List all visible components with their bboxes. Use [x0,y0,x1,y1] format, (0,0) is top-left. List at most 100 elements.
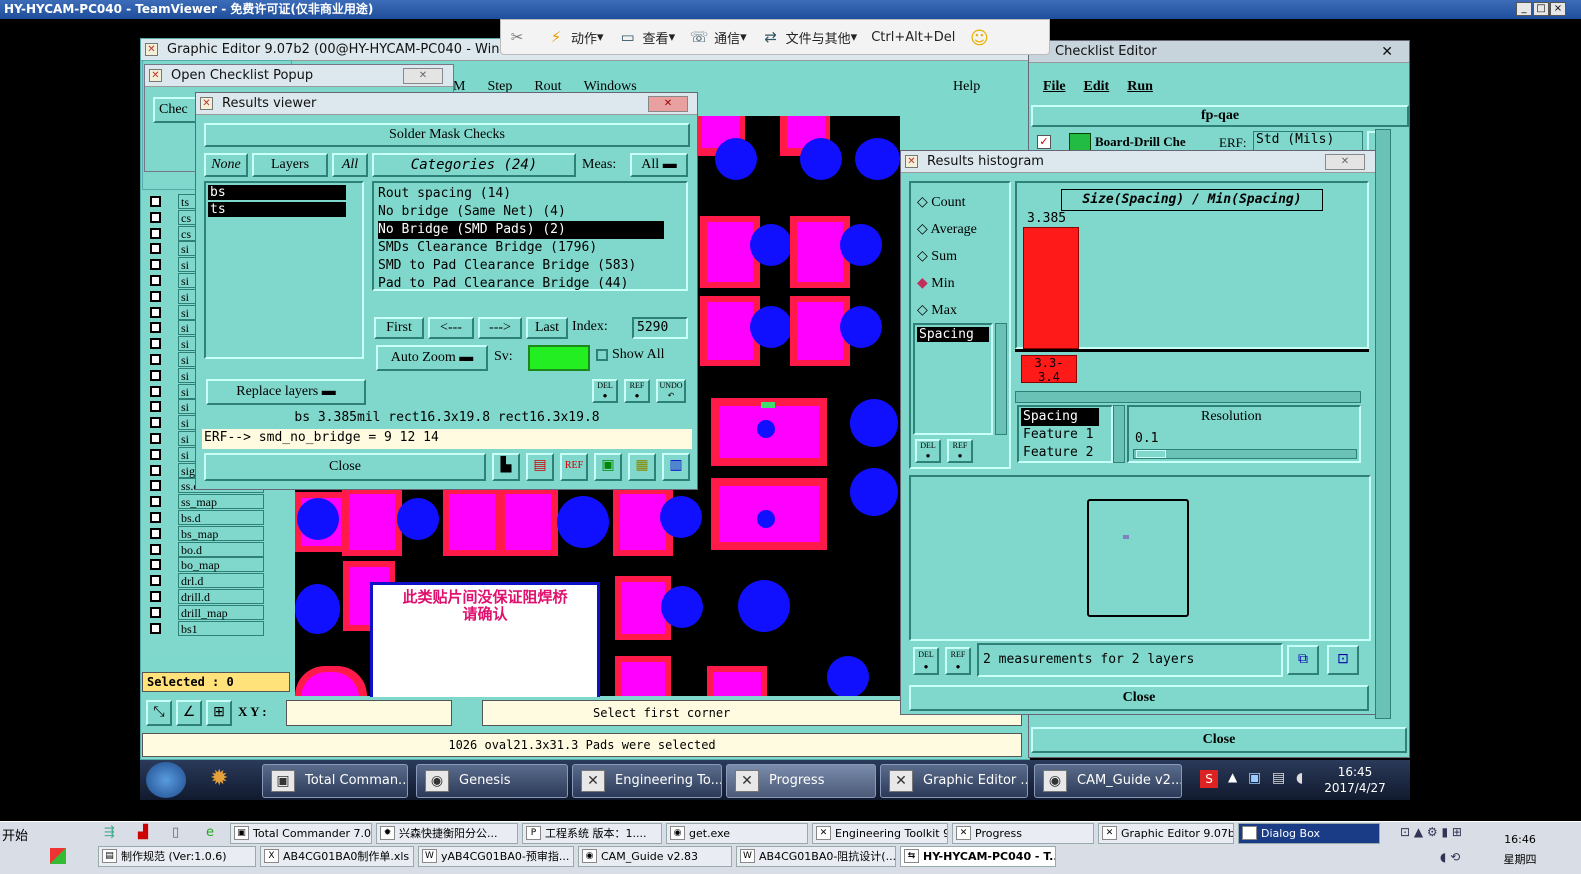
feature-scrollbar[interactable] [1113,405,1125,463]
zoom-fit-icon[interactable]: ⊡ [1327,645,1359,675]
layer-checkbox[interactable] [150,259,161,271]
layer-checkbox[interactable] [150,575,161,587]
otask-spec[interactable]: ▤ 制作规范 (Ver:1.0.6) [98,846,256,867]
layer-checkbox[interactable] [150,385,161,397]
checklist-field[interactable]: Chec [153,97,197,123]
ie-icon[interactable]: e [206,825,214,840]
option-sum[interactable]: ◇ Sum [917,243,977,270]
resolution-slider[interactable] [1133,449,1357,459]
pdf-icon[interactable]: ▟ [138,825,148,840]
category-item[interactable]: No bridge (Same Net) (4) [378,203,682,221]
layer-row[interactable]: bs.d [146,510,286,526]
layer-checkbox[interactable] [150,290,161,302]
feature-item-1[interactable]: Feature 1 [1019,426,1111,444]
otask-cam-guide[interactable]: ◉ CAM_Guide v2.83 [578,846,732,867]
feedback-smiley-icon[interactable]: ☺ [969,28,994,49]
auto-zoom-dropdown[interactable]: Auto Zoom ▬ [376,345,488,371]
network-icon[interactable]: ▤ [1272,770,1285,786]
task-genesis[interactable]: ◉ Genesis [416,764,568,798]
checklist-editor-close-x[interactable]: ✕ [1381,41,1393,63]
layer-row[interactable]: drill_map [146,604,286,621]
layer-checkbox[interactable] [150,306,161,318]
histogram-close-x[interactable]: ✕ [1325,154,1365,170]
measure-tool-icon[interactable]: ∠ [176,700,202,726]
layer-checkbox[interactable] [150,606,161,618]
communicate-menu[interactable]: ☏ 通信 ▾ [689,28,747,47]
histogram-field-list[interactable]: Spacing [913,323,993,435]
otask-impedance[interactable]: W AB4CG01BA0-阻抗设计(... [736,846,896,867]
hist-del-icon[interactable]: DEL ● [915,439,941,463]
del-icon[interactable]: DEL ● [592,379,618,403]
histogram-icon[interactable]: ▥ [662,453,690,481]
layer-checkbox[interactable] [150,448,161,460]
option-max[interactable]: ◇ Max [917,297,977,324]
meas-dropdown[interactable]: All ▬ [630,153,688,177]
feature-list[interactable]: Spacing Feature 1 Feature 2 [1017,405,1113,463]
layer-row[interactable]: bs1 [146,620,286,637]
layer-checkbox[interactable] [150,622,161,634]
notes-icon[interactable]: ▦ [628,453,656,481]
task-graphic-editor[interactable]: ✕ Graphic Editor ... [880,764,1028,798]
checklist-scrollbar[interactable] [1375,129,1391,719]
task-total-commander[interactable]: ▣ Total Comman... [262,764,408,798]
category-item[interactable]: SMD to Pad Clearance Bridge (583) [378,257,682,275]
menu-edit[interactable]: Edit [1084,79,1110,95]
task-cam-guide[interactable]: ◉ CAM_Guide v2.... [1034,764,1182,798]
checklist-editor-close-button[interactable]: Close [1031,727,1407,753]
layers-button[interactable]: Layers [252,153,328,177]
layer-checkbox[interactable] [150,243,161,255]
layer-name[interactable]: bs1 [178,620,264,636]
layer-icon[interactable]: ▙ [492,453,520,481]
zoom-tool-icon[interactable]: ⤡ [146,700,172,726]
otask-teamviewer[interactable]: ⇆ HY-HYCAM-PC040 - T... [900,846,1056,867]
histogram-hscroll[interactable] [1015,391,1361,403]
field-scrollbar[interactable] [995,323,1007,435]
layer-checkbox[interactable] [150,559,161,571]
ctrl-alt-del-button[interactable]: Ctrl+Alt+Del [871,30,955,45]
start-button[interactable]: 开始 [2,825,28,844]
files-menu[interactable]: ⇄ 文件与其他 ▾ [761,28,857,47]
layer-name[interactable]: bo_map [178,557,264,573]
layer-checkbox[interactable] [150,338,161,350]
results-viewer-close-button[interactable]: Close [204,453,486,481]
inner-clock[interactable]: 16:45 2017/4/27 [1320,764,1390,796]
layer-name[interactable]: bs_map [178,525,264,541]
option-min[interactable]: ◆ Min [917,270,977,297]
layer-name[interactable]: bs.d [178,510,264,525]
first-button[interactable]: First [374,317,424,339]
layer-checkbox[interactable] [150,196,161,207]
layer-checkbox[interactable] [150,591,161,602]
prev-button[interactable]: <--- [428,317,474,339]
close-session-icon[interactable]: ✂ [507,28,532,46]
field-item-spacing[interactable]: Spacing [917,327,989,342]
layer-checkbox[interactable] [150,401,161,413]
category-item-selected[interactable]: No Bridge (SMD Pads) (2) [378,221,664,239]
task-progress[interactable]: ✕ Progress [726,764,876,798]
tray-app-icon[interactable]: ▣ [1248,770,1261,786]
volume-tray-icon[interactable]: ◖ ⟲ [1440,850,1460,864]
menu-file[interactable]: File [1043,79,1066,95]
ql-app-icon[interactable]: ⇶ [104,825,115,840]
show-all-checkbox[interactable] [596,349,608,361]
layer-checkbox[interactable] [150,480,161,492]
categories-list[interactable]: Rout spacing (14) No bridge (Same Net) (… [372,181,688,291]
popup-close-button[interactable]: ✕ [403,68,443,84]
option-count[interactable]: ◇ Count [917,189,977,216]
menu-run[interactable]: Run [1127,79,1153,95]
view-menu[interactable]: ▭ 查看 ▾ [618,28,675,47]
layer-name[interactable]: ss_map [178,494,264,510]
layers-all-button[interactable]: All [332,153,368,177]
otask-dialog-box[interactable]: ✕ Dialog Box [1238,823,1380,844]
option-average[interactable]: ◇ Average [917,216,977,243]
tray-icons[interactable]: ⊡ ▲ ⚙ ▮ ⊞ [1400,825,1462,839]
xy-input[interactable] [286,700,452,726]
layer-checkbox[interactable] [150,227,161,239]
feature-item-2[interactable]: Feature 2 [1019,444,1111,462]
otask-xingsen[interactable]: ✹ 兴森快捷衡阳分公... [376,823,518,844]
sv-color-dropdown[interactable] [528,345,590,371]
units-field[interactable]: Std (Mils) [1253,131,1363,151]
menu-help[interactable]: Help [953,79,980,95]
otask-total-commander[interactable]: ▣ Total Commander 7.0... [230,823,372,844]
row-check-icon[interactable]: ✓ [1037,135,1051,149]
layer-row[interactable]: drill.d [146,589,286,605]
